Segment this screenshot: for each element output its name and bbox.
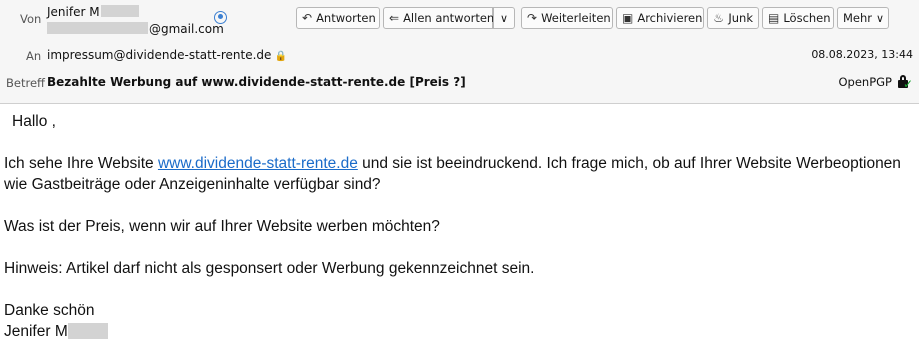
forward-arrow-icon: ↷ <box>527 11 538 25</box>
paragraph-2: Was ist der Preis, wenn wir auf Ihrer We… <box>4 218 440 235</box>
sender-name[interactable]: Jenifer M <box>47 5 139 19</box>
reply-all-dropdown[interactable]: ∨ <box>493 7 515 29</box>
forward-button[interactable]: ↷ Weiterleiten <box>521 7 613 29</box>
delete-label: Löschen <box>783 11 831 25</box>
reply-button[interactable]: ↶ Antworten <box>296 7 380 29</box>
delete-button[interactable]: ▤ Löschen <box>762 7 834 29</box>
archive-box-icon: ▣ <box>622 11 634 25</box>
more-label: Mehr <box>843 11 873 25</box>
from-label: Von <box>20 12 42 26</box>
chevron-down-icon: ∨ <box>499 11 509 25</box>
archive-label: Archivieren <box>637 11 703 25</box>
message-header: Von Jenifer M @gmail.com ↶ Antworten ⇐ All… <box>0 0 919 104</box>
reply-label: Antworten <box>316 11 376 25</box>
signature: Jenifer M <box>4 321 916 342</box>
reply-all-button[interactable]: ⇐ Allen antworten <box>383 7 495 29</box>
subject-text: Bezahlte Werbung auf www.dividende-statt… <box>47 75 466 89</box>
paragraph-1: Ich sehe Ihre Website www.dividende-stat… <box>4 153 916 195</box>
redacted-email-local <box>47 22 148 34</box>
website-link[interactable]: www.dividende-statt-rente.de <box>158 155 358 172</box>
subject-label: Betreff <box>6 76 45 90</box>
reply-arrow-icon: ↶ <box>302 11 313 25</box>
message-date: 08.08.2023, 13:44 <box>811 48 913 61</box>
signature-name: Jenifer M <box>4 323 68 340</box>
verified-lock-icon: ✓ <box>897 75 913 91</box>
more-button[interactable]: Mehr ∨ <box>837 7 889 29</box>
chevron-down-icon: ∨ <box>876 11 885 25</box>
openpgp-label: OpenPGP <box>838 75 893 89</box>
paragraph-3: Hinweis: Artikel darf nicht als gesponse… <box>4 260 535 277</box>
reply-all-label: Allen antworten <box>403 11 495 25</box>
sender-name-text: Jenifer M <box>47 5 100 19</box>
junk-label: Junk <box>728 11 753 25</box>
redacted-signature-surname <box>67 323 108 339</box>
to-label: An <box>26 49 42 63</box>
paragraph-1-start: Ich sehe Ihre Website <box>4 155 158 172</box>
openpgp-status[interactable]: OpenPGP ✓ <box>838 75 913 91</box>
message-body: Hallo , Ich sehe Ihre Website www.divide… <box>4 111 916 342</box>
junk-flame-icon: ♨ <box>713 11 725 25</box>
sender-email[interactable]: @gmail.com <box>47 22 224 36</box>
archive-button[interactable]: ▣ Archivieren <box>616 7 704 29</box>
trash-icon: ▤ <box>768 11 780 25</box>
recipient-key-icon: 🔒 <box>274 51 287 62</box>
reply-all-icon: ⇐ <box>389 11 400 25</box>
recipient-address: impressum@dividende-statt-rente.de <box>47 48 272 62</box>
redacted-surname <box>100 5 139 17</box>
contact-person-icon[interactable] <box>214 11 227 24</box>
junk-button[interactable]: ♨ Junk <box>707 7 759 29</box>
forward-label: Weiterleiten <box>541 11 611 25</box>
closing: Danke schön <box>4 302 95 319</box>
sender-email-domain: @gmail.com <box>149 22 224 36</box>
greeting: Hallo , <box>12 113 56 130</box>
recipient[interactable]: impressum@dividende-statt-rente.de 🔒 <box>47 48 287 62</box>
